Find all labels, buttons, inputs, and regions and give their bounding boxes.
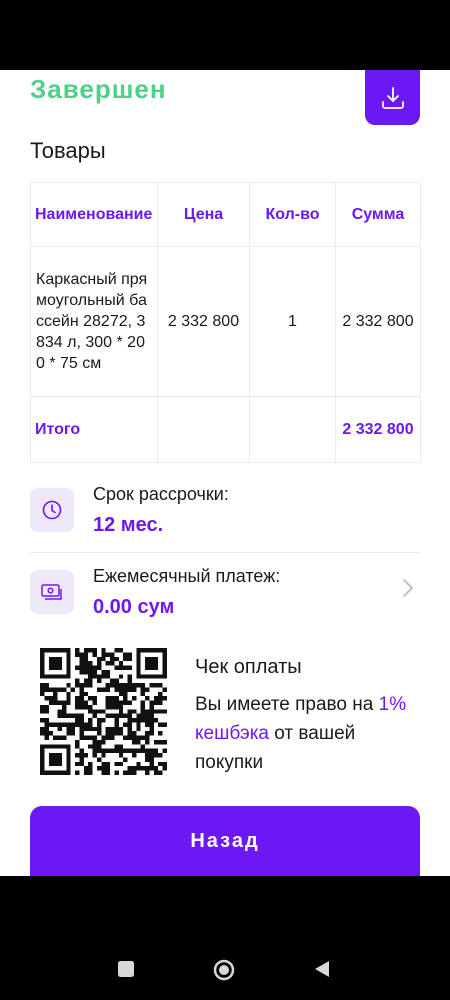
receipt-title: Чек оплаты — [195, 656, 302, 678]
navigation-bar — [0, 876, 450, 1000]
goods-title: Товары — [30, 138, 106, 163]
monthly-icon-box — [30, 570, 74, 614]
installment-row: Срок рассрочки: 12 мес. — [30, 484, 420, 554]
table-header-row: Наименование Цена Кол-во Сумма — [30, 182, 421, 247]
status-bar — [0, 0, 450, 70]
chevron-right-icon — [403, 579, 413, 597]
cashback-text-before: Вы имеете право на — [195, 694, 374, 715]
monthly-value: 0.00 сум — [93, 596, 175, 618]
column-header-price: Цена — [157, 182, 250, 247]
download-button[interactable] — [365, 70, 420, 125]
table-row: Каркасный прямоугольный бассейн 28272, 3… — [30, 246, 421, 397]
qr-code[interactable] — [40, 648, 167, 775]
total-value: 2 332 800 — [335, 396, 421, 463]
total-empty-cell — [249, 396, 336, 463]
back-button[interactable]: Назад — [30, 806, 420, 876]
item-name: Каркасный прямоугольный бассейн 28272, 3… — [30, 246, 158, 397]
cashback-text: Вы имеете право на 1% кешбэка от вашей п… — [195, 690, 425, 777]
download-icon — [381, 86, 404, 109]
clock-icon — [42, 500, 62, 520]
column-header-name: Наименование — [30, 182, 158, 247]
recent-apps-icon[interactable] — [117, 960, 135, 978]
item-qty: 1 — [249, 246, 336, 397]
installment-value: 12 мес. — [93, 514, 164, 536]
goods-table: Наименование Цена Кол-во Сумма Каркасный… — [30, 182, 421, 463]
total-row: Итого 2 332 800 — [30, 396, 421, 463]
divider — [30, 552, 420, 553]
installment-icon-box — [30, 488, 74, 532]
total-label: Итого — [30, 396, 158, 463]
back-nav-icon[interactable] — [313, 960, 331, 978]
total-empty-cell — [157, 396, 250, 463]
order-screen: Завершен Товары Наименование Цена Кол-во… — [0, 70, 450, 876]
column-header-sum: Сумма — [335, 182, 421, 247]
cash-icon — [41, 584, 62, 600]
order-status: Завершен — [30, 74, 167, 104]
monthly-label: Ежемесячный платеж: — [93, 566, 281, 586]
installment-label: Срок рассрочки: — [93, 484, 229, 504]
item-sum: 2 332 800 — [335, 246, 421, 397]
home-icon[interactable] — [212, 958, 236, 982]
monthly-payment-row[interactable]: Ежемесячный платеж: 0.00 сум — [30, 566, 420, 636]
item-price: 2 332 800 — [157, 246, 250, 397]
column-header-qty: Кол-во — [249, 182, 336, 247]
